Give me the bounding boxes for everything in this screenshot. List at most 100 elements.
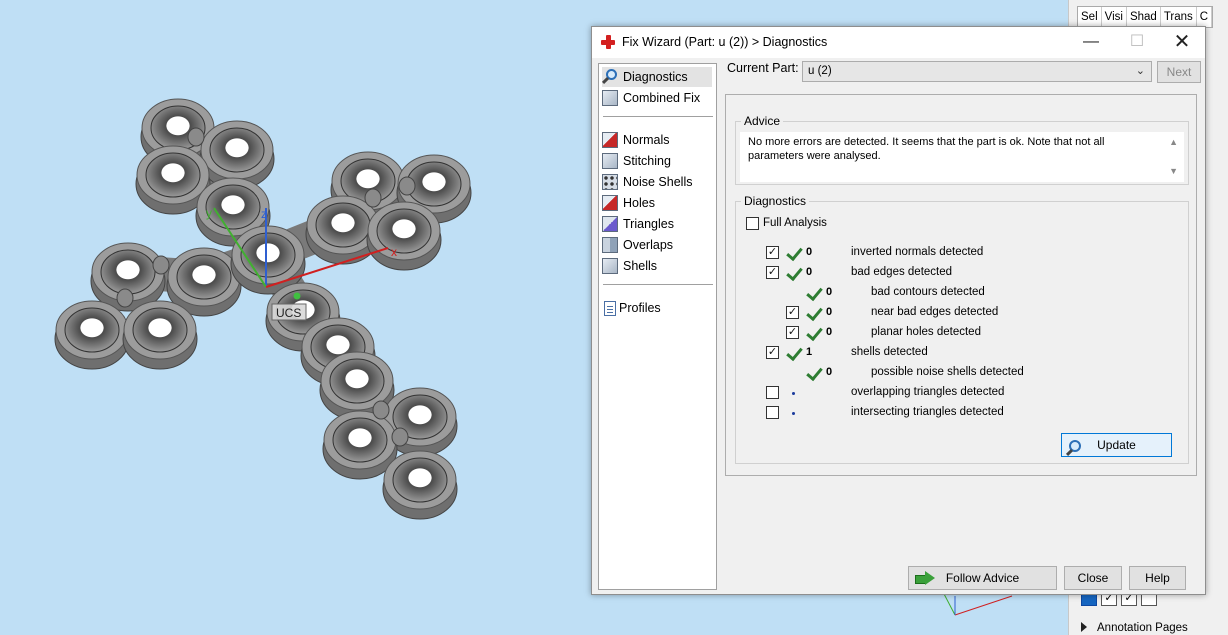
nav-item-overlaps[interactable]: Overlaps: [602, 235, 712, 255]
column-header[interactable]: C: [1197, 7, 1213, 27]
fix-wizard-dialog: Fix Wizard (Part: u (2)) > Diagnostics —…: [591, 26, 1206, 595]
column-header[interactable]: Trans: [1161, 7, 1197, 27]
near-bad-edges-checkbox[interactable]: ✓: [786, 306, 799, 319]
minimize-button[interactable]: —: [1068, 27, 1114, 58]
maximize-button[interactable]: ☐: [1114, 27, 1160, 58]
bad-edges-label: bad edges detected: [851, 266, 953, 278]
nav-item-label: Holes: [623, 196, 655, 210]
magnifier-icon: [1064, 437, 1081, 457]
planar-holes-checkbox[interactable]: ✓: [786, 326, 799, 339]
inverted-normals-checkbox[interactable]: ✓: [766, 246, 779, 259]
triad-x: [954, 595, 1013, 616]
nav-item-combined-fix[interactable]: Combined Fix: [602, 88, 712, 108]
mesh-countersunk-hole: [315, 202, 371, 248]
column-header[interactable]: Sel: [1078, 7, 1102, 27]
full-analysis-checkbox[interactable]: [746, 217, 759, 230]
mesh-countersunk-hole: [100, 249, 156, 295]
inverted-normals-count: 0: [806, 246, 813, 258]
nav-item-label: Overlaps: [623, 238, 674, 252]
shells-checkbox[interactable]: ✓: [766, 346, 779, 359]
diagnostics-group: Diagnostics Full Analysis ✓ 0 inverted n…: [735, 194, 1189, 464]
mesh-pin: [398, 176, 416, 196]
overlaps-icon: [602, 237, 618, 253]
check-icon: [785, 346, 801, 360]
nav-item-normals[interactable]: Normals: [602, 130, 712, 150]
planar-holes-count: 0: [826, 326, 833, 338]
current-part-value: u (2): [808, 65, 832, 77]
bad-contours-count: 0: [826, 286, 833, 298]
annotation-pages-item[interactable]: Annotation Pages: [1081, 622, 1188, 634]
nav-item-label: Profiles: [619, 301, 661, 315]
pending-dot-icon: [792, 412, 795, 415]
overlapping-triangles-checkbox[interactable]: [766, 386, 779, 399]
nav-item-label: Shells: [623, 259, 658, 273]
close-window-button[interactable]: ✕: [1159, 27, 1205, 58]
check-icon: [805, 366, 821, 380]
check-icon: [805, 326, 821, 340]
magnifier-icon: [601, 69, 618, 85]
mesh-countersunk-hole: [240, 232, 296, 278]
update-button[interactable]: Update: [1061, 433, 1172, 457]
pending-dot-icon: [792, 392, 795, 395]
mesh-countersunk-hole: [332, 417, 388, 463]
planar-holes-label: planar holes detected: [871, 326, 981, 338]
stitching-icon: [602, 153, 618, 169]
column-header[interactable]: Visi: [1102, 7, 1127, 27]
arrow-right-icon: [915, 571, 935, 585]
chevron-down-icon[interactable]: ⌄: [1136, 64, 1145, 77]
next-button[interactable]: Next: [1157, 61, 1201, 83]
nav-divider: [603, 116, 713, 117]
advice-textbox[interactable]: No more errors are detected. It seems th…: [740, 132, 1184, 182]
update-label: Update: [1097, 438, 1136, 452]
column-header[interactable]: Shad: [1127, 7, 1161, 27]
wizard-nav: Diagnostics Combined Fix Normals Stitchi…: [598, 63, 717, 590]
current-part-label: Current Part:: [727, 61, 799, 75]
nav-item-diagnostics[interactable]: Diagnostics: [601, 67, 712, 87]
normals-icon: [602, 132, 618, 148]
shells-icon: [602, 258, 618, 274]
mesh-countersunk-hole: [64, 307, 120, 353]
scroll-down-icon[interactable]: ▼: [1169, 164, 1178, 178]
mesh-pin: [187, 127, 205, 147]
expand-arrow-icon[interactable]: [1081, 622, 1087, 632]
nav-item-holes[interactable]: Holes: [602, 193, 712, 213]
nav-item-profiles[interactable]: Profiles: [602, 298, 712, 318]
bad-edges-checkbox[interactable]: ✓: [766, 266, 779, 279]
current-part-select[interactable]: u (2) ⌄: [802, 61, 1152, 82]
near-bad-edges-count: 0: [826, 306, 833, 318]
help-button[interactable]: Help: [1129, 566, 1186, 590]
diagnostics-title: Diagnostics: [741, 194, 810, 208]
mesh-pin: [372, 400, 390, 420]
advice-group: Advice No more errors are detected. It s…: [735, 114, 1189, 185]
intersecting-triangles-checkbox[interactable]: [766, 406, 779, 419]
shells-label: shells detected: [851, 346, 928, 358]
nav-item-stitching[interactable]: Stitching: [602, 151, 712, 171]
close-button[interactable]: Close: [1064, 566, 1122, 590]
column-headers: Sel Visi Shad Trans C: [1077, 6, 1214, 28]
mesh-countersunk-hole: [132, 307, 188, 353]
title-bar[interactable]: Fix Wizard (Part: u (2)) > Diagnostics —…: [592, 27, 1205, 58]
mesh-pin: [391, 427, 409, 447]
check-icon: [785, 266, 801, 280]
follow-advice-button[interactable]: Follow Advice: [908, 566, 1057, 590]
noise-shells-icon: [602, 174, 618, 190]
ucs-label: UCS: [276, 306, 301, 320]
combined-fix-icon: [602, 90, 618, 106]
nav-item-noise-shells[interactable]: Noise Shells: [602, 172, 712, 192]
intersecting-triangles-label: intersecting triangles detected: [851, 406, 1004, 418]
diagnostics-panel: Advice No more errors are detected. It s…: [725, 94, 1197, 476]
nav-item-shells[interactable]: Shells: [602, 256, 712, 276]
noise-shells-label: possible noise shells detected: [871, 366, 1024, 378]
advice-text: No more errors are detected. It seems th…: [748, 136, 1105, 162]
check-icon: [805, 286, 821, 300]
check-icon: [805, 306, 821, 320]
check-icon: [785, 246, 801, 260]
scroll-up-icon[interactable]: ▲: [1169, 135, 1178, 149]
mesh-countersunk-hole: [205, 184, 261, 230]
bad-edges-count: 0: [806, 266, 813, 278]
nav-item-triangles[interactable]: Triangles: [602, 214, 712, 234]
mesh-countersunk-hole: [145, 152, 201, 198]
x-axis-label: x: [391, 245, 397, 259]
annotation-pages-label: Annotation Pages: [1097, 622, 1188, 634]
origin-marker[interactable]: [293, 292, 301, 300]
